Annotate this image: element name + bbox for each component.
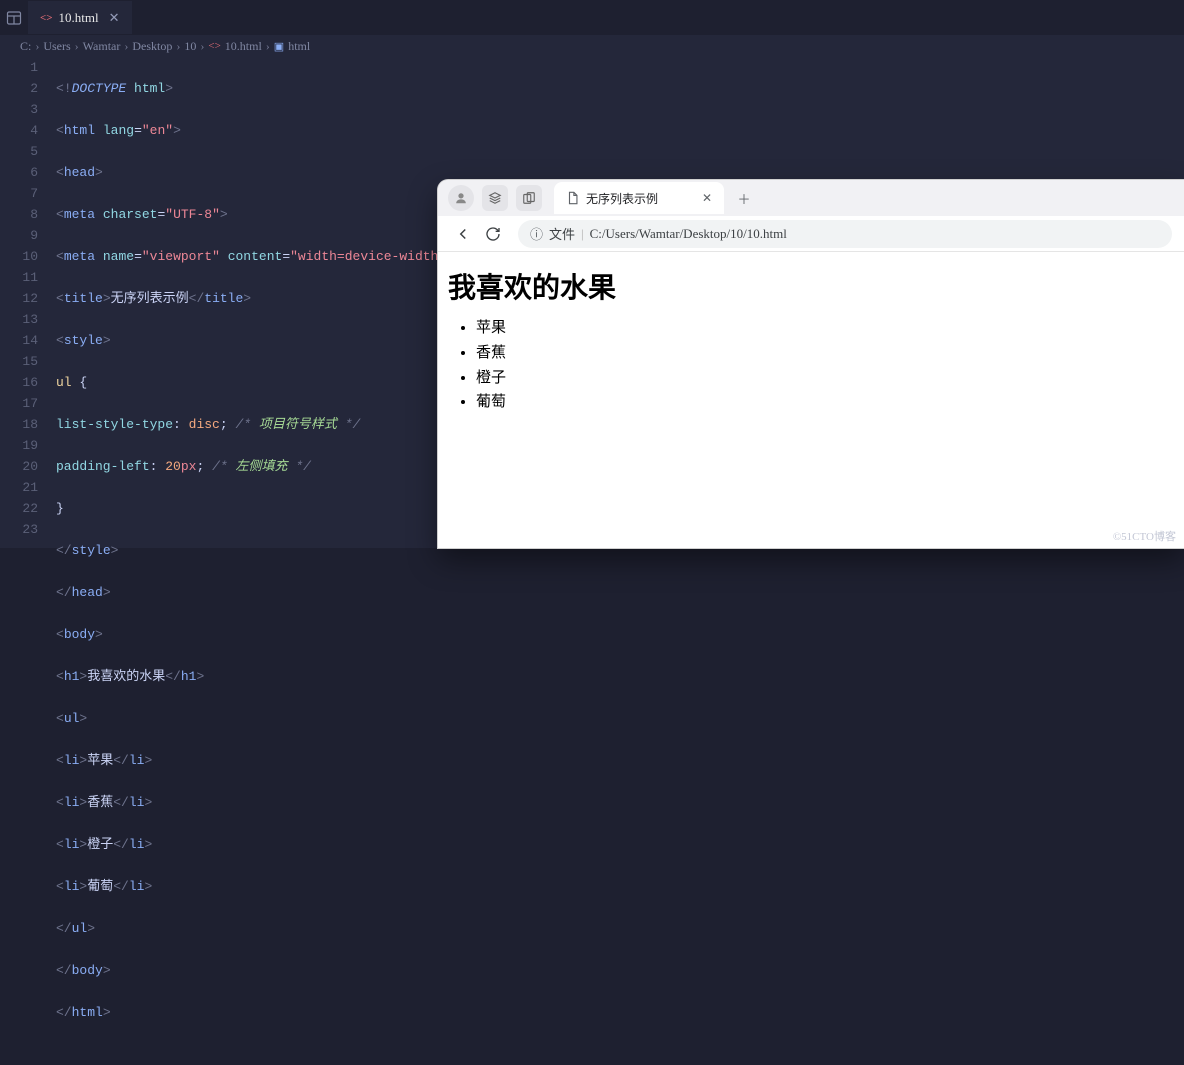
line-number: 7 [0, 183, 38, 204]
close-icon[interactable]: ✕ [702, 191, 712, 206]
code-line: <li>葡萄</li> [56, 876, 1184, 897]
crumb[interactable]: html [288, 39, 310, 54]
line-number: 22 [0, 498, 38, 519]
crumb[interactable]: Users [43, 39, 70, 54]
line-number: 10 [0, 246, 38, 267]
line-number: 20 [0, 456, 38, 477]
line-number: 16 [0, 372, 38, 393]
browser-tab-title: 无序列表示例 [586, 190, 658, 207]
info-icon: ⓘ [530, 224, 543, 243]
crumb[interactable]: 10 [184, 39, 196, 54]
code-line: <li>橙子</li> [56, 834, 1184, 855]
browser-tabstrip: 无序列表示例 ✕ ＋ [438, 180, 1184, 216]
chevron-right-icon: › [200, 39, 204, 54]
chevron-right-icon: › [124, 39, 128, 54]
code-line: <body> [56, 624, 1184, 645]
code-line: <li>香蕉</li> [56, 792, 1184, 813]
chevron-right-icon: › [266, 39, 270, 54]
reload-button[interactable] [480, 221, 506, 247]
line-number: 8 [0, 204, 38, 225]
browser-window: 无序列表示例 ✕ ＋ ⓘ 文件 | C:/Users/Wamtar/Deskto… [438, 180, 1184, 548]
browser-tab[interactable]: 无序列表示例 ✕ [554, 182, 724, 214]
separator: | [581, 226, 584, 242]
fruit-list: 苹果 香蕉 橙子 葡萄 [448, 316, 1174, 415]
line-number: 15 [0, 351, 38, 372]
html-file-icon: <> [208, 40, 220, 52]
chevron-right-icon: › [75, 39, 79, 54]
crumb[interactable]: C: [20, 39, 31, 54]
watermark: ©51CTO博客 [1113, 528, 1176, 544]
line-number: 23 [0, 519, 38, 540]
editor-tab-bar: <> 10.html ✕ [0, 0, 1184, 35]
list-item: 橙子 [476, 366, 1174, 391]
crumb[interactable]: 10.html [225, 39, 262, 54]
file-tab-label: 10.html [59, 10, 99, 26]
file-tab[interactable]: <> 10.html ✕ [28, 1, 132, 34]
line-number: 17 [0, 393, 38, 414]
line-number: 9 [0, 225, 38, 246]
breadcrumb: C:› Users› Wamtar› Desktop› 10› <> 10.ht… [0, 35, 1184, 57]
line-number: 1 [0, 57, 38, 78]
layout-icon[interactable] [6, 10, 22, 26]
line-number: 12 [0, 288, 38, 309]
line-number: 21 [0, 477, 38, 498]
element-icon: ▣ [274, 40, 284, 53]
line-number: 2 [0, 78, 38, 99]
workspaces-icon[interactable] [482, 185, 508, 211]
code-line: <li>苹果</li> [56, 750, 1184, 771]
list-item: 香蕉 [476, 341, 1174, 366]
code-line: </ul> [56, 918, 1184, 939]
tablets-icon[interactable] [516, 185, 542, 211]
chevron-right-icon: › [176, 39, 180, 54]
line-number: 4 [0, 120, 38, 141]
browser-toolbar: ⓘ 文件 | C:/Users/Wamtar/Desktop/10/10.htm… [438, 216, 1184, 252]
profile-icon[interactable] [448, 185, 474, 211]
code-line: </head> [56, 582, 1184, 603]
crumb[interactable]: Wamtar [83, 39, 121, 54]
close-tab-icon[interactable]: ✕ [109, 10, 120, 26]
line-number: 19 [0, 435, 38, 456]
address-bar[interactable]: ⓘ 文件 | C:/Users/Wamtar/Desktop/10/10.htm… [518, 220, 1172, 248]
line-number: 6 [0, 162, 38, 183]
line-number: 13 [0, 309, 38, 330]
code-line: </html> [56, 1002, 1184, 1023]
code-line: <ul> [56, 708, 1184, 729]
line-number-gutter: 1 2 3 4 5 6 7 8 9 10 11 12 13 14 15 16 1… [0, 57, 56, 548]
code-line: <!DOCTYPE html> [56, 78, 1184, 99]
list-item: 葡萄 [476, 390, 1174, 415]
code-line: </body> [56, 960, 1184, 981]
browser-viewport: 我喜欢的水果 苹果 香蕉 橙子 葡萄 [438, 252, 1184, 429]
chevron-right-icon: › [35, 39, 39, 54]
address-path: C:/Users/Wamtar/Desktop/10/10.html [590, 226, 787, 242]
document-icon [566, 191, 580, 205]
page-heading: 我喜欢的水果 [448, 266, 1174, 306]
list-item: 苹果 [476, 316, 1174, 341]
line-number: 14 [0, 330, 38, 351]
crumb[interactable]: Desktop [132, 39, 172, 54]
line-number: 11 [0, 267, 38, 288]
new-tab-button[interactable]: ＋ [730, 184, 758, 212]
line-number: 18 [0, 414, 38, 435]
code-line: <h1>我喜欢的水果</h1> [56, 666, 1184, 687]
code-line: <html lang="en"> [56, 120, 1184, 141]
address-prefix: 文件 [549, 224, 575, 243]
line-number: 3 [0, 99, 38, 120]
html-file-icon: <> [40, 12, 53, 24]
line-number: 5 [0, 141, 38, 162]
back-button[interactable] [450, 221, 476, 247]
